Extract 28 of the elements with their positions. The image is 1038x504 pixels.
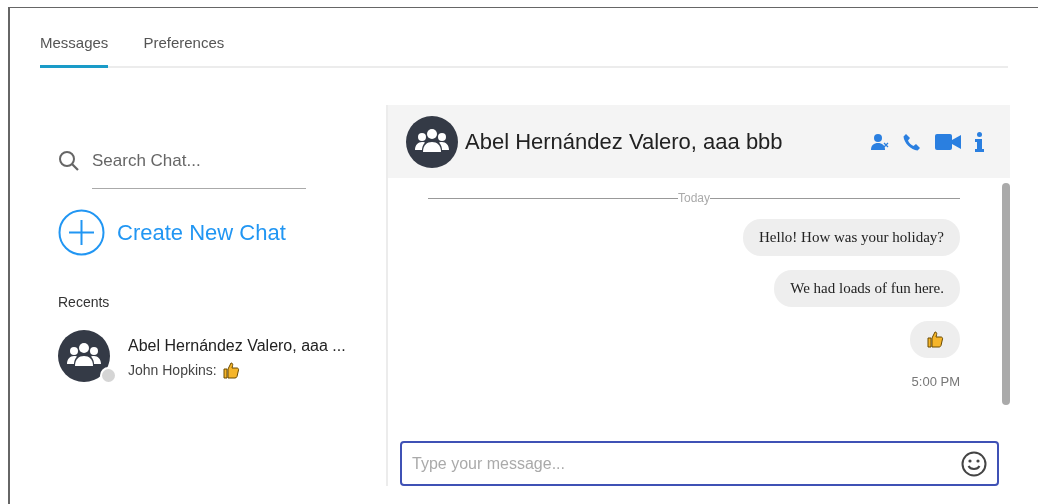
group-avatar-icon (58, 330, 110, 382)
scrollbar[interactable] (1002, 183, 1010, 405)
plus-circle-icon (58, 209, 105, 256)
chat-name: Abel Hernández Valero, aaa ... (128, 337, 346, 355)
video-call-button[interactable] (935, 133, 961, 150)
message-bubble: We had loads of fun here. (774, 270, 960, 307)
message-time: 5:00 PM (911, 374, 960, 389)
remove-user-button[interactable] (871, 132, 889, 151)
emoji-icon[interactable] (961, 451, 987, 477)
call-button[interactable] (903, 132, 921, 151)
video-camera-icon (935, 133, 961, 150)
tab[interactable]: Preferences (143, 34, 225, 68)
message-bubble: Hello! How was your holiday? (743, 219, 960, 256)
thumbs-up-icon (926, 330, 944, 348)
phone-icon (903, 132, 921, 151)
date-divider: Today (678, 191, 710, 205)
message-field[interactable]: Type your message... (400, 441, 999, 486)
recent-chat-item[interactable]: Abel Hernández Valero, aaa ... John Hopkins: (58, 328, 386, 384)
chat-title: Abel Hernández Valero, aaa bbb (465, 128, 784, 155)
last-message-preview: John Hopkins: (128, 362, 217, 378)
group-avatar-icon (406, 115, 458, 168)
thumbs-up-icon (221, 361, 240, 379)
recents-heading: Recents (58, 294, 110, 310)
info-button[interactable] (975, 131, 984, 152)
info-icon (975, 131, 984, 152)
remove-user-icon (871, 132, 889, 151)
tab[interactable]: Messages (40, 34, 109, 68)
search-icon (58, 150, 80, 172)
